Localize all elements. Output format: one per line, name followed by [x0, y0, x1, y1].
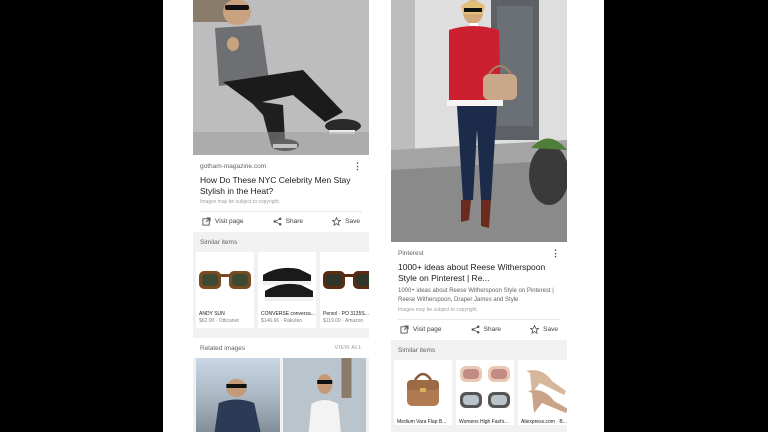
save-label: Save: [543, 326, 558, 333]
save-label: Save: [345, 218, 360, 225]
visit-page-label: Visit page: [413, 326, 442, 333]
result-source-row: Pinterest ⋮: [398, 249, 560, 258]
save-button[interactable]: Save: [530, 325, 558, 334]
similar-item-label: Medium Vara Flap B...: [397, 419, 447, 425]
similar-items-row: Medium Vara Flap B... Womens High Fashi.…: [391, 360, 567, 425]
similar-items-header: Similar items: [391, 340, 567, 360]
result-source-row: gotham-magazine.com ⋮: [200, 162, 362, 171]
similar-item-label: Aliexpress.com · B...: [521, 419, 567, 425]
share-button[interactable]: Share: [273, 217, 303, 226]
open-in-new-icon: [400, 325, 409, 334]
star-icon: [530, 325, 540, 334]
similar-item[interactable]: Medium Vara Flap B...: [394, 360, 452, 425]
similar-item-label: Persol · PO 3135S...: [323, 311, 369, 317]
copyright-note: Images may be subject to copyright.: [200, 199, 281, 205]
visit-page-button[interactable]: Visit page: [400, 325, 441, 334]
result-actions: Visit page Share Save: [200, 211, 362, 232]
share-label: Share: [483, 326, 501, 333]
similar-item-label: ANDY SUN: [199, 311, 225, 317]
result-title[interactable]: 1000+ ideas about Reese Witherspoon Styl…: [398, 262, 560, 284]
heels-thumb: [518, 360, 567, 416]
related-image[interactable]: [282, 358, 366, 432]
similar-item-price: $119.00 · Amazon: [323, 318, 364, 324]
more-vert-icon[interactable]: ⋮: [551, 249, 560, 258]
similar-item[interactable]: CONVERSE conversa... $146.66 · Rakuten: [258, 252, 316, 328]
share-icon: [273, 217, 282, 226]
related-image[interactable]: [196, 358, 280, 432]
handbag-thumb: [394, 360, 452, 416]
result-actions: Visit page Share Save: [398, 319, 560, 340]
share-button[interactable]: Share: [471, 325, 501, 334]
similar-items-header: Similar items: [193, 232, 369, 252]
open-in-new-icon: [202, 217, 211, 226]
woman-walking-illustration: [391, 0, 567, 242]
copyright-note: Images may be subject to copyright.: [398, 307, 479, 313]
similar-item-price: $146.66 · Rakuten: [261, 318, 303, 324]
right-phone-screen: Pinterest ⋮ 1000+ ideas about Reese With…: [391, 0, 567, 432]
result-source: gotham-magazine.com: [200, 163, 267, 170]
result-description: 1000+ ideas about Reese Witherspoon Styl…: [398, 288, 554, 303]
save-button[interactable]: Save: [332, 217, 360, 226]
similar-item[interactable]: Persol · PO 3135S... $119.00 · Amazon: [320, 252, 369, 328]
similar-items-row: ANDY SUN $62.00 · Otticanet CONVERSE con…: [193, 252, 369, 328]
screenshot-frame: gotham-magazine.com ⋮ How Do These NYC C…: [163, 0, 604, 432]
sunglasses-dark-thumb: [320, 252, 369, 308]
result-title[interactable]: How Do These NYC Celebrity Men Stay Styl…: [200, 175, 362, 197]
similar-items-heading: Similar items: [398, 346, 436, 354]
sunglasses-pair-thumb: [456, 360, 514, 416]
similar-item-label: CONVERSE conversa...: [261, 311, 315, 317]
result-image-woman-walking[interactable]: [391, 0, 567, 242]
similar-item[interactable]: ANDY SUN $62.00 · Otticanet: [196, 252, 254, 328]
related-images-heading: Related images: [200, 344, 246, 352]
visit-page-label: Visit page: [215, 218, 244, 225]
more-vert-icon[interactable]: ⋮: [353, 162, 362, 171]
share-icon: [471, 325, 480, 334]
sunglasses-tortoise-thumb: [196, 252, 254, 308]
left-phone-screen: gotham-magazine.com ⋮ How Do These NYC C…: [193, 0, 369, 432]
result-source: Pinterest: [398, 250, 424, 257]
man-sitting-illustration: [193, 0, 369, 155]
result-image-man-sitting[interactable]: [193, 0, 369, 155]
similar-item[interactable]: Aliexpress.com · B...: [518, 360, 567, 425]
converse-sneakers-thumb: [258, 252, 316, 308]
similar-item-price: $62.00 · Otticanet: [199, 318, 239, 324]
related-images-header: Related images VIEW ALL: [193, 338, 369, 358]
star-icon: [332, 217, 342, 226]
visit-page-button[interactable]: Visit page: [202, 217, 243, 226]
similar-item[interactable]: Womens High Fashi...: [456, 360, 514, 425]
similar-items-heading: Similar items: [200, 238, 238, 246]
share-label: Share: [285, 218, 303, 225]
result-card: gotham-magazine.com ⋮ How Do These NYC C…: [193, 155, 369, 232]
similar-item-label: Womens High Fashi...: [459, 419, 509, 425]
view-all-link[interactable]: VIEW ALL: [335, 345, 362, 351]
related-images-row: [193, 358, 369, 432]
result-card: Pinterest ⋮ 1000+ ideas about Reese With…: [391, 242, 567, 340]
